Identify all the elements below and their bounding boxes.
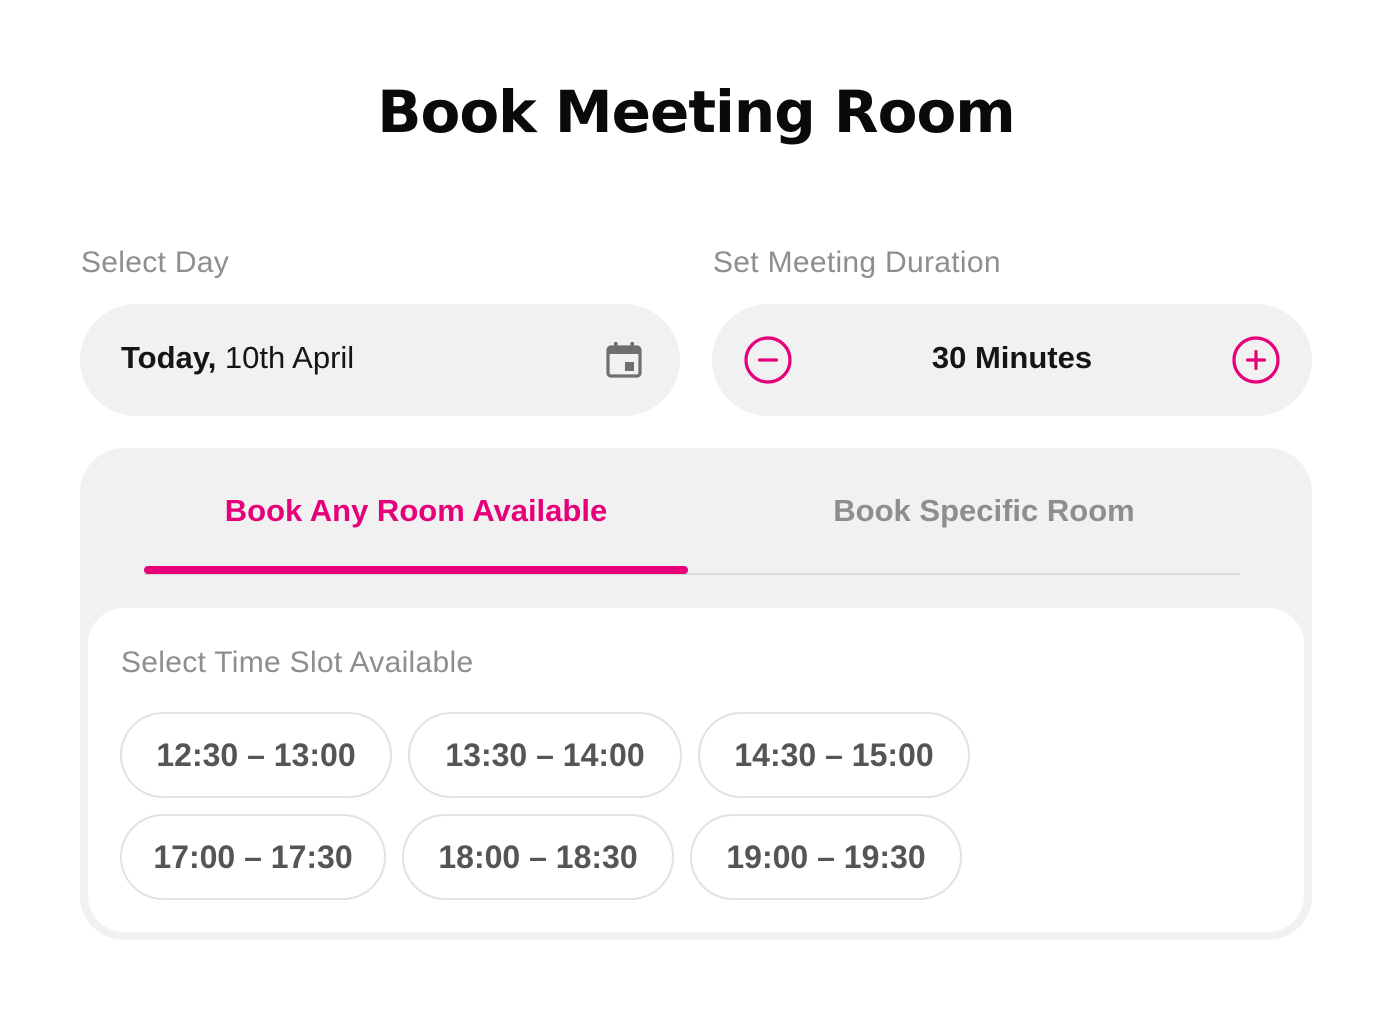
select-day-label: Select Day [81, 246, 230, 279]
page-title: Book Meeting Room [377, 78, 1015, 146]
time-slot-button[interactable]: 18:00 – 18:30 [402, 814, 674, 900]
day-date: 10th April [216, 340, 355, 375]
duration-label: Set Meeting Duration [713, 246, 1001, 279]
time-slot-button[interactable]: 12:30 – 13:00 [120, 712, 392, 798]
time-slot-label: Select Time Slot Available [121, 646, 474, 679]
calendar-icon[interactable] [604, 340, 644, 380]
time-slot-button[interactable]: 13:30 – 14:00 [408, 712, 682, 798]
day-relative: Today, [121, 340, 217, 375]
time-slot-button[interactable]: 14:30 – 15:00 [698, 712, 970, 798]
day-value: Today, 10th April [121, 340, 354, 376]
tab-book-specific-room[interactable]: Book Specific Room [688, 493, 1280, 529]
active-tab-indicator [144, 566, 688, 574]
day-picker[interactable]: Today, 10th April [80, 304, 680, 416]
duration-value: 30 Minutes [931, 340, 1093, 375]
time-slot-button[interactable]: 17:00 – 17:30 [120, 814, 386, 900]
plus-circle-icon[interactable] [1231, 335, 1281, 385]
booking-page: Book Meeting Room Select Day Set Meeting… [0, 0, 1392, 1020]
tab-book-any-room[interactable]: Book Any Room Available [144, 493, 688, 529]
time-slot-button[interactable]: 19:00 – 19:30 [690, 814, 962, 900]
